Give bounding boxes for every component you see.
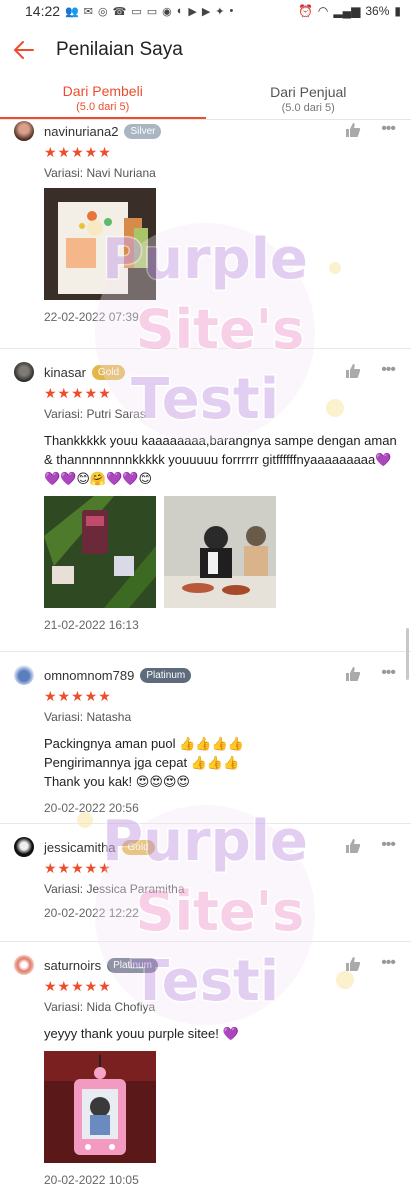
avatar[interactable] (14, 837, 34, 857)
more-options-icon[interactable]: ••• (381, 361, 396, 379)
star-rating: ★★★★★ (44, 385, 112, 401)
reviewer-name[interactable]: omnomnom789 (44, 668, 134, 683)
variant-label: Variasi: Putri Saras (44, 407, 146, 421)
wifi-icon: ◠ (317, 4, 329, 18)
scrollbar-thumb[interactable] (406, 628, 409, 680)
review-date: 21-02-2022 16:13 (44, 618, 139, 632)
signal-icon: ▂▄▆ (333, 4, 361, 18)
review-photo[interactable] (44, 1051, 156, 1163)
variant-label: Variasi: Natasha (44, 710, 132, 724)
star-rating: ★★★★★ (44, 978, 112, 994)
review-photo[interactable] (44, 188, 156, 300)
review-list: navinuriana2 Silver ••• ★★★★★ Variasi: N… (0, 120, 411, 1200)
review-photo[interactable] (164, 496, 276, 608)
avatar[interactable] (14, 362, 34, 382)
avatar[interactable] (14, 665, 34, 685)
messenger-icon: ◉ (162, 5, 172, 18)
review-date: 20-02-2022 10:05 (44, 1173, 139, 1187)
review-date: 20-02-2022 20:56 (44, 801, 139, 815)
reviewer-name[interactable]: jessicamitha (44, 840, 116, 855)
tab-label: Dari Penjual (270, 83, 347, 100)
tab-rating: (5.0 dari 5) (281, 101, 335, 114)
avatar[interactable] (14, 955, 34, 975)
like-icon[interactable] (345, 956, 361, 972)
more-options-icon[interactable]: ••• (381, 836, 396, 854)
star-rating: ★★★★★ (44, 144, 112, 160)
mail-icon: ✉ (83, 5, 93, 18)
star-rating: ★★★★★ (44, 860, 112, 876)
whatsapp-icon: ◎ (97, 5, 108, 18)
member-badge: Platinum (107, 957, 158, 973)
reviewer-name[interactable]: navinuriana2 (44, 124, 118, 139)
like-icon[interactable] (345, 122, 361, 138)
variant-label: Variasi: Navi Nuriana (44, 166, 156, 180)
review-item: omnomnom789 Platinum ••• ★★★★★ Variasi: … (0, 652, 411, 824)
review-tabs: Dari Pembeli (5.0 dari 5) Dari Penjual (… (0, 78, 411, 120)
review-date: 20-02-2022 12:22 (44, 906, 139, 920)
twitter-icon: ✦ (215, 5, 225, 18)
talk-icon: ▭ (146, 5, 158, 18)
dot-icon: • (229, 5, 234, 17)
like-icon[interactable] (345, 838, 361, 854)
status-time: 14:22 (25, 3, 61, 19)
review-photo[interactable] (44, 496, 156, 608)
review-date: 22-02-2022 07:39 (44, 310, 139, 324)
youtube-icon: ▶ (188, 5, 197, 18)
back-arrow-icon[interactable] (12, 38, 36, 62)
tab-rating: (5.0 dari 5) (76, 100, 130, 113)
tab-from-buyer[interactable]: Dari Pembeli (5.0 dari 5) (0, 78, 206, 119)
variant-label: Variasi: Jessica Paramitha (44, 882, 185, 896)
review-item: jessicamitha Gold ••• ★★★★★ Variasi: Jes… (0, 824, 411, 942)
like-icon[interactable] (345, 363, 361, 379)
review-comment: Thankkkkk youu kaaaaaaaa,barangnya sampe… (44, 433, 397, 486)
tab-label: Dari Pembeli (62, 82, 143, 99)
phone-icon: ☎ (112, 5, 127, 18)
review-item: navinuriana2 Silver ••• ★★★★★ Variasi: N… (0, 120, 411, 349)
youtube-icon: ▶ (201, 5, 211, 18)
like-icon[interactable] (345, 666, 361, 682)
member-badge: Gold (121, 839, 155, 855)
member-badge: Silver (124, 123, 162, 139)
people-icon: 👥 (65, 5, 79, 18)
alarm-icon: ⏰ (297, 4, 313, 18)
review-item: saturnoirs Platinum ••• ★★★★★ Variasi: N… (0, 942, 411, 1200)
more-options-icon[interactable]: ••• (381, 120, 396, 138)
more-options-icon[interactable]: ••• (381, 954, 396, 972)
member-badge: Platinum (140, 667, 192, 683)
avatar[interactable] (14, 121, 34, 141)
battery-icon: ▮ (394, 4, 401, 18)
review-item: kinasar Gold ••• ★★★★★ Variasi: Putri Sa… (0, 349, 411, 652)
page-title: Penilaian Saya (56, 39, 183, 60)
star-rating: ★★★★★ (44, 688, 112, 704)
battery-level: 36% (365, 4, 390, 18)
variant-label: Variasi: Nida Chofiya (44, 1000, 156, 1014)
member-badge: Gold (91, 364, 126, 380)
more-options-icon[interactable]: ••• (381, 664, 396, 682)
app-header: Penilaian Saya (0, 22, 411, 78)
tab-from-seller[interactable]: Dari Penjual (5.0 dari 5) (206, 78, 411, 119)
reviewer-name[interactable]: saturnoirs (44, 958, 101, 973)
review-comment: yeyyy thank youu purple sitee! 💜 (44, 1026, 239, 1041)
review-comment: Packingnya aman puol 👍👍👍👍 Pengirimannya … (44, 736, 244, 789)
reviewer-name[interactable]: kinasar (44, 365, 86, 380)
status-bar: 14:22 👥 ✉ ◎ ☎ ▭ ▭ ◉ ◐ ▶ ▶ ✦ • ⏰ ◠ ▂▄▆ 36… (0, 0, 411, 22)
chat-icon: ◐ (176, 5, 184, 17)
line-icon: ▭ (131, 5, 142, 18)
